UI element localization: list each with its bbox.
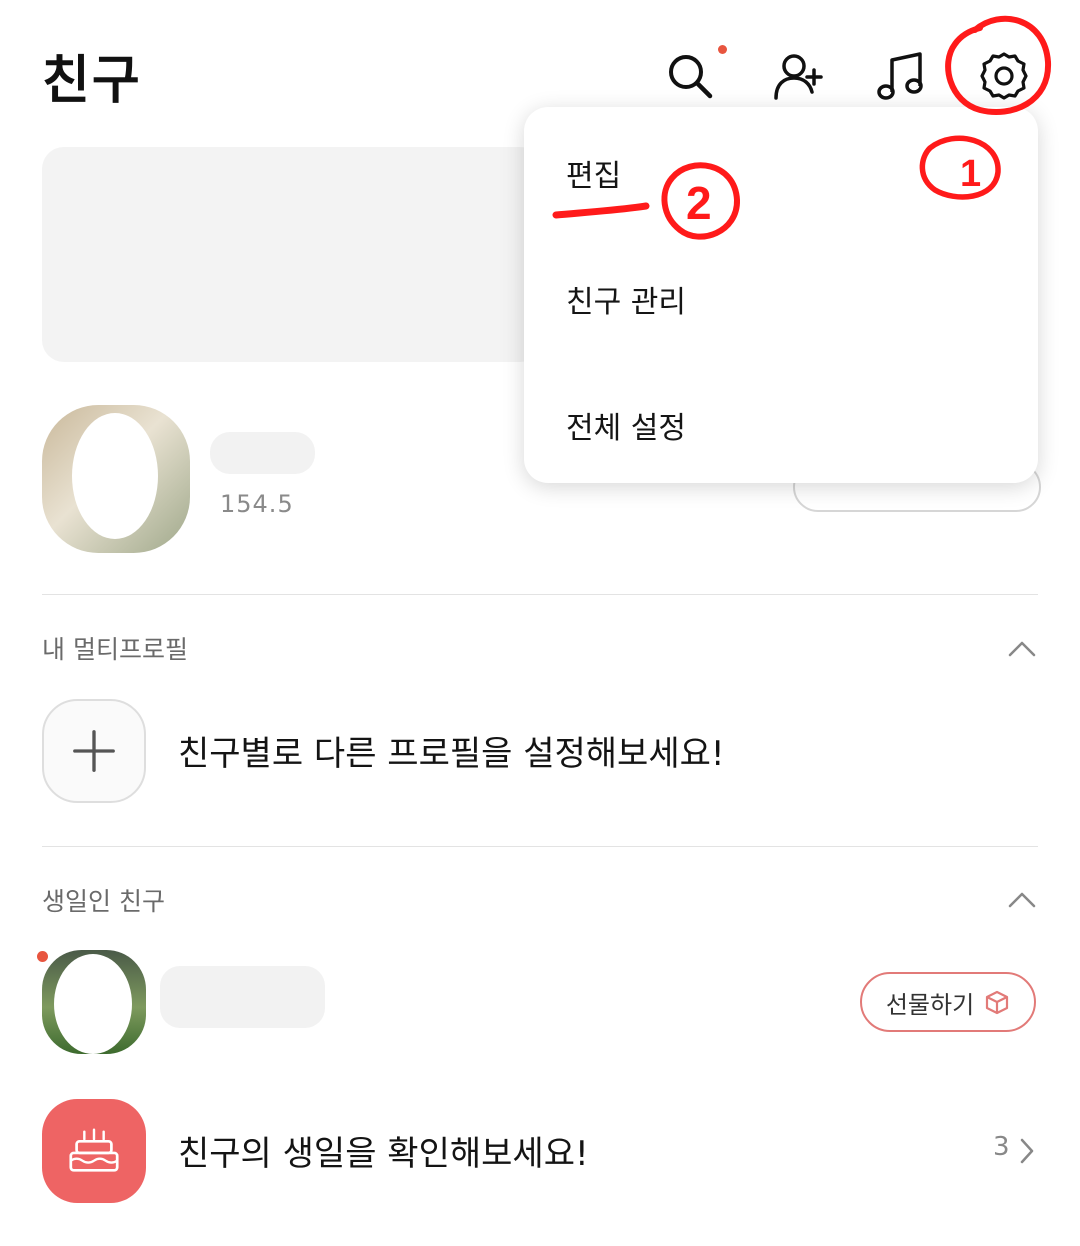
my-name-redacted [210,432,315,474]
multi-profile-section-label: 내 멀티프로필 [42,635,188,664]
menu-item-edit[interactable]: 편집 [566,151,621,195]
chevron-up-icon[interactable] [1002,888,1042,912]
cake-icon [69,1128,119,1172]
ad-banner[interactable] [42,147,542,362]
face-mask [72,413,158,539]
new-badge-dot [37,951,48,962]
birthday-cake-tile[interactable] [42,1099,146,1203]
my-profile-avatar[interactable] [42,405,190,553]
profile-status-text: 154.5 [220,490,294,518]
search-icon [669,55,713,99]
settings-button[interactable] [972,44,1036,108]
menu-item-manage-friends[interactable]: 친구 관리 [566,277,686,321]
add-friend-button[interactable] [766,44,830,108]
gift-icon [986,990,1009,1015]
face-mask [54,954,132,1054]
divider [42,846,1038,847]
add-friend-icon [774,54,823,100]
divider [42,594,1038,595]
birthday-count: 3 [993,1132,1010,1162]
birthday-friend-avatar[interactable] [42,950,146,1054]
menu-item-all-settings[interactable]: 전체 설정 [566,403,686,447]
birthday-prompt[interactable]: 친구의 생일을 확인해보세요! [178,1126,589,1175]
chevron-right-icon[interactable] [1016,1136,1038,1166]
gift-button[interactable]: 선물하기 [860,972,1036,1032]
plus-icon [73,730,115,772]
search-button[interactable] [658,44,722,108]
gear-icon [980,52,1028,100]
music-button[interactable] [870,44,934,108]
page-title: 친구 [42,51,142,111]
multi-profile-prompt[interactable]: 친구별로 다른 프로필을 설정해보세요! [178,726,725,775]
birthday-section-label: 생일인 친구 [42,887,165,916]
add-multi-profile-button[interactable] [42,699,146,803]
chevron-up-icon[interactable] [1002,637,1042,661]
gift-button-label: 선물하기 [885,990,975,1019]
settings-dropdown-menu: 편집 친구 관리 전체 설정 [524,107,1038,483]
new-badge-dot [718,45,727,54]
music-icon [877,52,923,100]
birthday-friend-name-redacted [160,966,325,1028]
